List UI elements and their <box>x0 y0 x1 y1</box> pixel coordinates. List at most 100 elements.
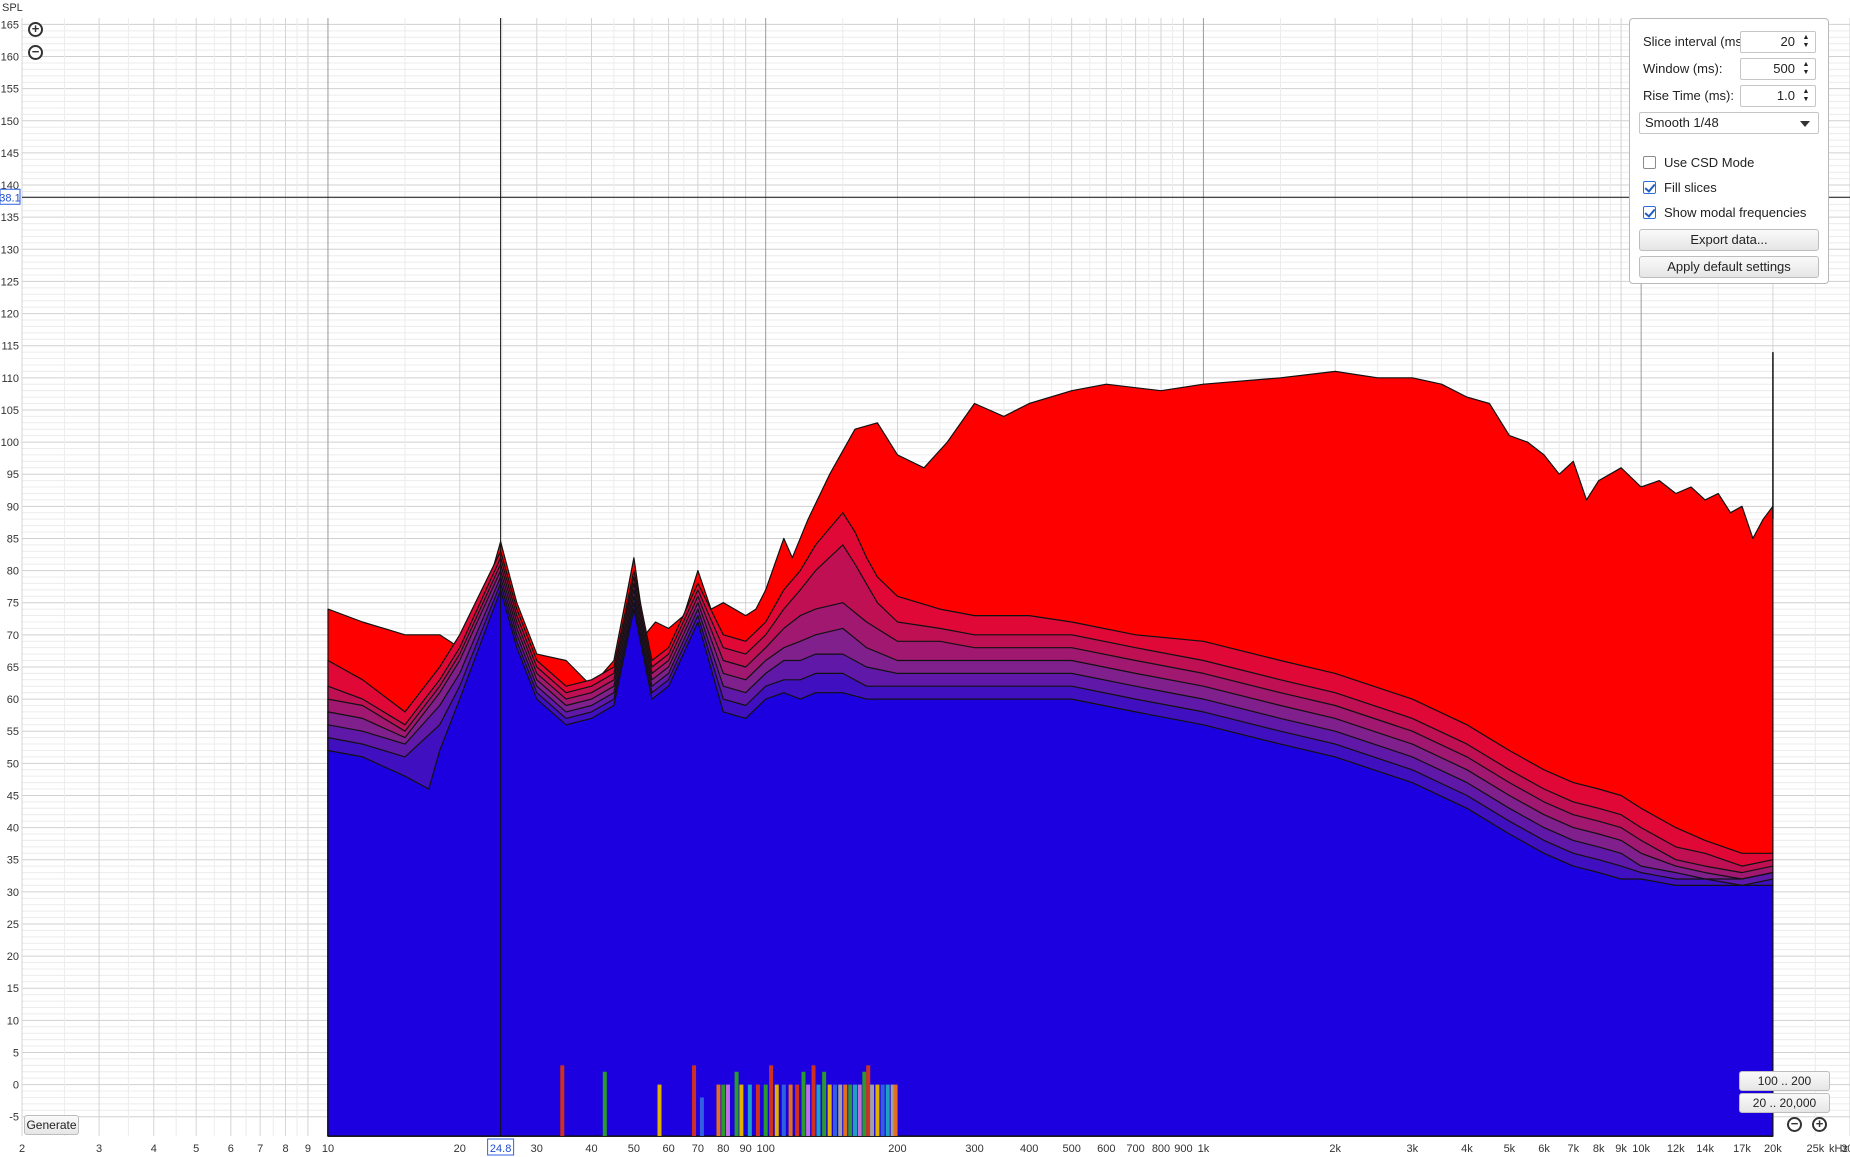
y-tick-label: 20 <box>7 951 19 963</box>
modal-frequency-bar <box>801 1071 806 1136</box>
y-tick-label: 5 <box>13 1047 19 1059</box>
use-csd-checkbox[interactable]: Use CSD Mode <box>1643 154 1754 172</box>
x-tick-label: 800 <box>1152 1143 1170 1155</box>
x-tick-label: 25k <box>1806 1143 1824 1155</box>
checkbox-checked-icon[interactable] <box>1643 181 1656 194</box>
slice-interval-label: Slice interval (ms): <box>1643 34 1750 49</box>
x-tick-label: 300 <box>965 1143 983 1155</box>
x-tick-label: 60 <box>662 1143 674 1155</box>
modal-frequency-bar <box>747 1084 752 1136</box>
cursor-x-readout: 24.8 <box>490 1143 511 1155</box>
x-tick-label: 9k <box>1615 1143 1627 1155</box>
y-tick-label: 150 <box>1 116 19 128</box>
rise-time-value: 1.0 <box>1776 88 1795 103</box>
spin-arrows-icon[interactable]: ▲ ▼ <box>1801 88 1811 104</box>
x-tick-label: 5 <box>193 1143 199 1155</box>
fill-slices-checkbox[interactable]: Fill slices <box>1643 179 1717 197</box>
zoom-out-icon[interactable]: − <box>28 45 43 60</box>
slice-interval-stepper[interactable]: 20 ▲ ▼ <box>1740 31 1816 53</box>
y-tick-label: 40 <box>7 823 19 835</box>
export-data-button[interactable]: Export data... <box>1639 229 1819 251</box>
x-zoom-out-icon[interactable]: − <box>1787 1117 1802 1132</box>
x-tick-label: 20k <box>1764 1143 1782 1155</box>
modal-frequency-bar <box>870 1084 875 1136</box>
x-tick-label: 5k <box>1504 1143 1516 1155</box>
modal-frequency-bar <box>769 1065 774 1136</box>
x-tick-label: 12k <box>1667 1143 1685 1155</box>
x-tick-label: 6k <box>1538 1143 1550 1155</box>
x-tick-label: 30 <box>531 1143 543 1155</box>
y-tick-label: 145 <box>1 148 19 160</box>
x-tick-label: 6 <box>228 1143 234 1155</box>
y-tick-label: 130 <box>1 244 19 256</box>
x-tick-label: 3 <box>96 1143 102 1155</box>
modal-frequency-bar <box>755 1084 760 1136</box>
y-tick-label: 80 <box>7 566 19 578</box>
x-tick-label: 4k <box>1461 1143 1473 1155</box>
y-tick-label: 120 <box>1 309 19 321</box>
smoothing-select[interactable]: Smooth 1/48 <box>1639 112 1819 134</box>
y-tick-label: 100 <box>1 437 19 449</box>
y-tick-label: 55 <box>7 726 19 738</box>
x-tick-label: 50 <box>628 1143 640 1155</box>
window-stepper[interactable]: 500 ▲ ▼ <box>1740 58 1816 80</box>
rise-time-label: Rise Time (ms): <box>1643 88 1734 103</box>
apply-defaults-button[interactable]: Apply default settings <box>1639 256 1819 278</box>
range-20-20000-button[interactable]: 20 .. 20,000 <box>1739 1093 1830 1113</box>
y-tick-label: 60 <box>7 694 19 706</box>
modal-frequency-bar <box>843 1084 848 1136</box>
zoom-in-icon[interactable]: + <box>28 22 43 37</box>
y-tick-label: 15 <box>7 983 19 995</box>
show-modal-checkbox[interactable]: Show modal frequencies <box>1643 204 1806 222</box>
modal-frequency-bar <box>763 1084 768 1136</box>
modal-frequency-bar <box>853 1084 858 1136</box>
y-tick-label: 45 <box>7 790 19 802</box>
use-csd-label: Use CSD Mode <box>1664 155 1755 170</box>
x-unit-label: kHz <box>1829 1143 1848 1155</box>
y-tick-label: 165 <box>1 19 19 31</box>
y-tick-label: 115 <box>1 341 19 353</box>
modal-frequency-bar <box>774 1084 779 1136</box>
modal-frequency-bar <box>880 1084 885 1136</box>
x-tick-label: 1k <box>1198 1143 1210 1155</box>
modal-frequency-bar <box>857 1084 862 1136</box>
modal-frequency-bar <box>725 1084 730 1136</box>
y-axis-label: SPL <box>2 2 23 14</box>
y-tick-label: 0 <box>13 1080 19 1092</box>
cursor-y-readout: 38.1 <box>0 192 21 204</box>
checkbox-unchecked-icon[interactable] <box>1643 156 1656 169</box>
x-tick-label: 900 <box>1174 1143 1192 1155</box>
modal-frequency-bar <box>716 1084 721 1136</box>
x-tick-label: 17k <box>1733 1143 1751 1155</box>
y-tick-label: 50 <box>7 758 19 770</box>
x-tick-label: 8k <box>1593 1143 1605 1155</box>
modal-frequency-bar <box>827 1084 832 1136</box>
x-tick-label: 10k <box>1632 1143 1650 1155</box>
waterfall-chart[interactable]: -505101520253035404550556065707580859095… <box>0 0 1850 1157</box>
x-tick-label: 7 <box>257 1143 263 1155</box>
show-modal-label: Show modal frequencies <box>1664 205 1807 220</box>
rise-time-stepper[interactable]: 1.0 ▲ ▼ <box>1740 85 1816 107</box>
generate-button[interactable]: Generate <box>24 1115 79 1135</box>
modal-frequency-bar <box>788 1084 793 1136</box>
y-tick-label: 25 <box>7 919 19 931</box>
x-tick-label: 2k <box>1329 1143 1341 1155</box>
modal-frequency-bar <box>885 1084 890 1136</box>
modal-frequency-bar <box>739 1084 744 1136</box>
modal-frequency-bar <box>822 1071 827 1136</box>
x-tick-label: 70 <box>692 1143 704 1155</box>
x-zoom-in-icon[interactable]: + <box>1812 1117 1827 1132</box>
waterfall-slices <box>327 352 1774 1137</box>
modal-frequency-bar <box>734 1071 739 1136</box>
checkbox-checked-icon[interactable] <box>1643 206 1656 219</box>
spin-arrows-icon[interactable]: ▲ ▼ <box>1801 34 1811 50</box>
y-tick-label: 105 <box>1 405 19 417</box>
x-tick-label: 4 <box>151 1143 157 1155</box>
x-tick-label: 40 <box>585 1143 597 1155</box>
modal-frequency-bar <box>875 1084 880 1136</box>
x-tick-label: 3k <box>1406 1143 1418 1155</box>
x-tick-label: 400 <box>1020 1143 1038 1155</box>
spin-arrows-icon[interactable]: ▲ ▼ <box>1801 61 1811 77</box>
modal-frequency-bar <box>560 1065 565 1136</box>
range-100-200-button[interactable]: 100 .. 200 <box>1739 1071 1830 1091</box>
